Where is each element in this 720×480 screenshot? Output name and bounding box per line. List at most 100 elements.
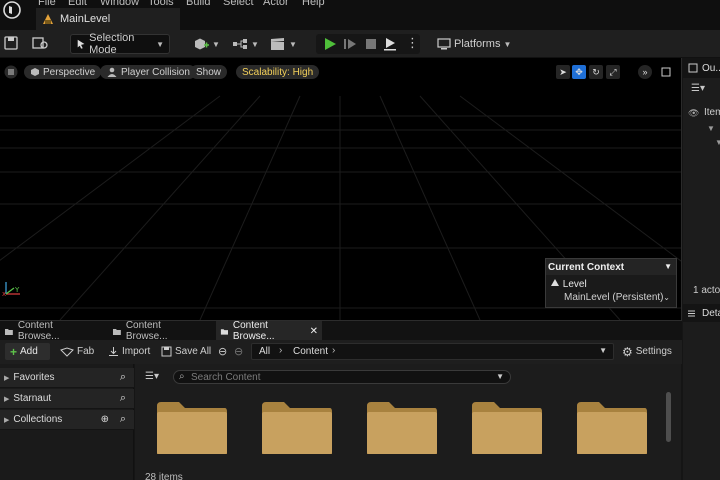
folder-tile[interactable] [575,400,649,456]
breadcrumb-all[interactable]: All [259,346,270,357]
settings-label: Settings [635,346,672,357]
outliner-tab[interactable]: Ou... [683,58,720,78]
player-collision-icon [107,67,117,77]
svg-text:Y: Y [14,286,20,294]
expand-toolbar-icon[interactable]: » [638,65,652,79]
breadcrumb-content[interactable]: Content [293,346,328,357]
content-browser-tabs: Content Browse... Content Browse... Cont… [0,320,682,342]
current-context-title: Current Context [548,262,625,273]
content-browser-icon [112,328,121,335]
menu-build[interactable]: Build [186,0,210,8]
settings-button[interactable]: ⚙ Settings [622,343,672,360]
chevron-down-icon: ▼ [503,39,512,49]
close-tab-icon[interactable]: ✕ [310,326,318,337]
tree-expand-icon[interactable]: ▼ [715,138,720,147]
fab-button[interactable]: Fab [60,343,94,360]
search-input[interactable]: ⌕ Search Content ▼ [173,370,511,384]
browse-level-icon[interactable] [32,36,48,50]
save-icon[interactable] [4,36,18,50]
asset-scrollbar[interactable] [666,392,671,442]
stop-icon[interactable] [365,38,377,50]
search-icon[interactable]: ⌕ [120,392,126,405]
maximize-viewport-icon[interactable] [659,65,673,79]
breadcrumb-separator-icon[interactable]: › [279,345,282,356]
folder-tile[interactable] [155,400,229,456]
search-icon: ⌕ [179,371,185,382]
tab-content-browser-2[interactable]: Content Browse... [108,320,208,342]
rotate-icon[interactable]: ↻ [589,65,603,79]
favorites-section[interactable]: ▶ Favorites ⌕ [0,368,134,388]
history-back-icon[interactable]: ⊖ [218,343,227,360]
outliner-icon [688,63,698,73]
folder-tile[interactable] [260,400,334,456]
chevron-down-icon[interactable]: ▼ [496,372,504,381]
search-icon[interactable]: ⌕ [120,371,126,384]
tree-expand-icon[interactable]: ▼ [707,124,715,133]
save-all-label: Save All [175,346,212,357]
add-button[interactable]: + Add [5,343,50,360]
content-browser-toolbar: + Add Fab Import Save All ⊖ ⊖ All › Cont… [0,340,682,364]
more-options-icon[interactable]: ⋮ [406,36,419,49]
chevron-down-icon: ▼ [664,262,672,271]
favorites-label: Favorites [13,372,55,383]
history-forward-icon[interactable]: ⊖ [234,343,243,360]
filter-icon[interactable]: ☰▾ [691,83,705,94]
menu-edit[interactable]: Edit [68,0,87,8]
visibility-eye-icon[interactable]: 👁 [688,108,699,119]
folder-tile[interactable] [365,400,439,456]
show-label: Show [196,66,222,78]
add-collection-icon[interactable]: ⊕ [101,414,109,425]
viewport-menu-icon[interactable] [4,65,18,79]
current-context-header[interactable]: Current Context ▼ [546,259,676,275]
view-mode-button[interactable]: Player Collision [100,65,196,79]
import-button[interactable]: Import [108,343,150,360]
main-toolbar: Selection Mode ▼ ▼ ▼ ▼ ⋮ Platforms ▼ [0,30,720,58]
folder-tile[interactable] [470,400,544,456]
outliner-tab-label: Ou... [702,63,720,74]
starnaut-label: Starnaut [13,393,52,404]
menu-file[interactable]: File [38,0,56,8]
starnaut-section[interactable]: ▶ Starnaut ⌕ [0,389,134,409]
add-actor-button[interactable]: ▼ [193,34,220,54]
selection-mode-dropdown[interactable]: Selection Mode ▼ [70,32,170,56]
svg-text:x: x [2,290,6,298]
perspective-button[interactable]: Perspective [24,65,102,79]
show-button[interactable]: Show [190,65,228,79]
tab-content-browser-1[interactable]: Content Browse... [0,320,100,342]
path-breadcrumb: All › Content › ▼ [251,343,614,360]
chevron-down-icon[interactable]: ▼ [599,346,607,355]
filter-icon[interactable]: ☰▾ [145,371,159,382]
select-mode-icon[interactable]: ➤ [556,65,570,79]
tab-content-browser-3[interactable]: Content Browse... ✕ [216,320,322,342]
search-icon[interactable]: ⌕ [120,413,126,426]
search-placeholder: Search Content [191,372,261,383]
play-icon[interactable] [322,36,338,52]
save-all-button[interactable]: Save All [161,343,211,360]
scalability-button[interactable]: Scalability: High [236,65,320,79]
level-tab[interactable]: MainLevel [36,8,180,30]
sources-panel: ▶ Favorites ⌕ ▶ Starnaut ⌕ ▶ Collections… [0,364,134,480]
expand-arrow-icon: ▶ [4,374,10,382]
menu-help[interactable]: Help [302,0,325,8]
unreal-logo-icon[interactable] [0,0,24,24]
step-forward-icon[interactable] [344,37,358,51]
blueprint-button[interactable]: ▼ [232,34,259,54]
chevron-down-icon: ▼ [289,39,297,49]
platforms-dropdown[interactable]: Platforms ▼ [437,34,511,54]
menu-tools[interactable]: Tools [148,0,174,8]
scale-icon[interactable]: ⤢ [606,65,620,79]
breadcrumb-separator-icon[interactable]: › [332,345,335,356]
translate-icon[interactable]: ✥ [572,65,586,79]
menu-select[interactable]: Select [223,0,254,8]
collections-section[interactable]: ▶ Collections ⊕ ⌕ [0,410,134,430]
cinematics-button[interactable]: ▼ [270,34,297,54]
menu-window[interactable]: Window [100,0,139,8]
eject-icon[interactable] [383,37,397,51]
menu-actor[interactable]: Actor [263,0,289,8]
details-tab[interactable]: Deta [683,304,720,322]
title-bar: File Edit Window Tools Build Select Acto… [0,0,720,30]
context-level-dropdown[interactable]: MainLevel (Persistent) ⌄ [552,292,672,305]
scalability-label: Scalability: High [242,66,314,78]
item-count: 28 items [145,472,183,480]
cube-add-icon [195,38,209,50]
